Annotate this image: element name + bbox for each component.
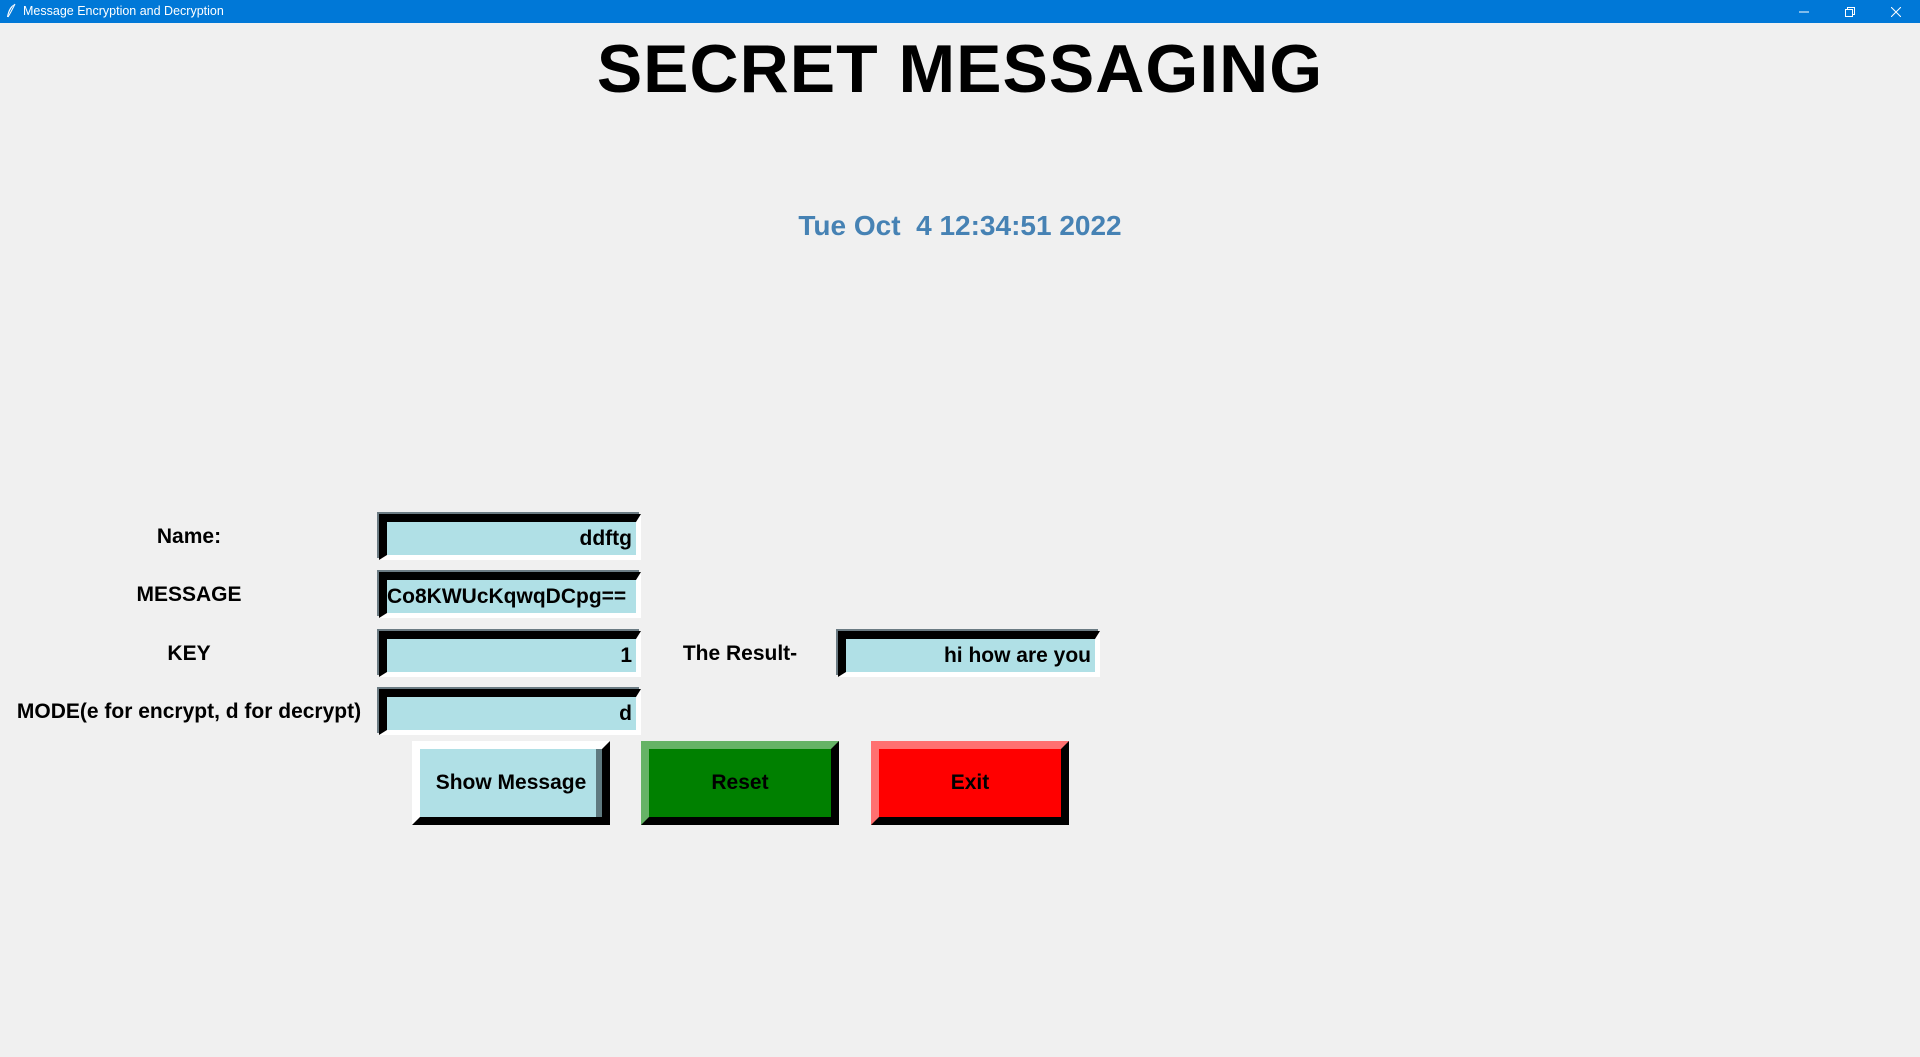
key-field[interactable]: 1 [379, 631, 641, 677]
message-label: MESSAGE [136, 583, 242, 606]
mode-label: MODE(e for encrypt, d for decrypt) [16, 700, 362, 723]
window-title: Message Encryption and Decryption [23, 4, 224, 18]
name-field[interactable]: ddftg [379, 514, 641, 560]
name-label: Name: [156, 525, 222, 548]
result-label: The Result- [682, 642, 798, 665]
close-button[interactable] [1873, 0, 1919, 23]
restore-icon [1845, 6, 1855, 17]
exit-label: Exit [950, 771, 990, 794]
show-message-label: Show Message [435, 771, 587, 794]
reset-label: Reset [711, 771, 769, 794]
mode-field[interactable]: d [379, 689, 641, 735]
feather-icon [7, 3, 16, 18]
title-bar: Message Encryption and Decryption [0, 0, 1920, 23]
page-title: SECRET MESSAGING [596, 31, 1324, 107]
close-icon [1891, 6, 1901, 17]
minimize-icon [1799, 11, 1809, 12]
exit-button[interactable]: Exit [871, 741, 1069, 825]
show-message-button[interactable]: Show Message [412, 741, 610, 825]
minimize-button[interactable] [1781, 0, 1827, 23]
key-label: KEY [167, 642, 211, 665]
clock-label: Tue Oct 4 12:34:51 2022 [798, 210, 1122, 241]
message-field[interactable]: Co8KWUcKqwqDCpg== [379, 572, 641, 618]
reset-button[interactable]: Reset [641, 741, 839, 825]
result-field[interactable]: hi how are you [838, 631, 1100, 677]
restore-button[interactable] [1827, 0, 1873, 23]
